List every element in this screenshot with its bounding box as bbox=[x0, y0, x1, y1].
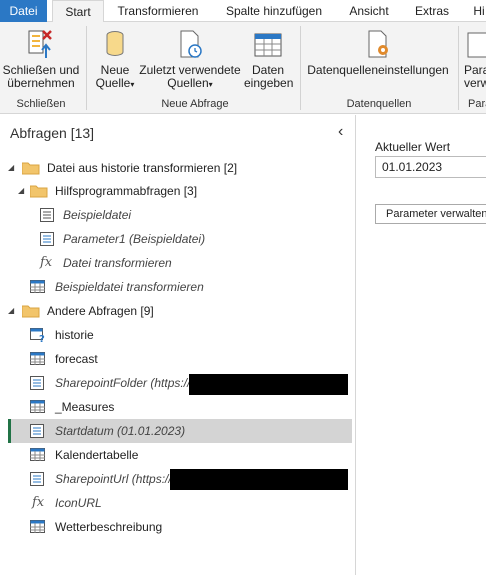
chevron-down-icon: ▾ bbox=[130, 80, 135, 89]
query-row[interactable]: Beispieldatei bbox=[8, 203, 352, 227]
group-label-new-query: Neue Abfrage bbox=[161, 98, 229, 110]
query-row-selected[interactable]: Startdatum (01.01.2023) bbox=[8, 419, 352, 443]
new-source-button[interactable]: Neue Quelle▾ bbox=[92, 28, 138, 91]
parameter-icon bbox=[30, 424, 44, 438]
query-label: Beispieldatei transformieren bbox=[55, 280, 204, 294]
close-apply-button[interactable]: Schließen und übernehmen bbox=[2, 28, 80, 90]
table-icon bbox=[30, 352, 45, 365]
ribbon: Schließen und übernehmen Neue Quelle▾ Zu… bbox=[0, 22, 486, 114]
parameter-icon bbox=[30, 472, 44, 486]
expand-arrow-icon[interactable]: ◢ bbox=[8, 299, 14, 323]
query-label: Wetterbeschreibung bbox=[55, 520, 163, 534]
query-label: Beispieldatei bbox=[63, 208, 132, 222]
group-separator bbox=[86, 26, 87, 110]
manage-parameters-label: Para verw bbox=[464, 63, 486, 90]
expand-arrow-icon[interactable]: ◢ bbox=[8, 156, 14, 180]
redacted-block bbox=[170, 469, 348, 490]
query-label: forecast bbox=[55, 352, 98, 366]
settings-document-icon bbox=[368, 30, 388, 58]
query-label: SharepointFolder (https:// bbox=[55, 376, 191, 390]
query-label: historie bbox=[55, 328, 94, 342]
group-label-close: Schließen bbox=[16, 98, 66, 110]
parameter-panel: Aktueller Wert 01.01.2023 Parameter verw… bbox=[357, 115, 486, 575]
current-value-label: Aktueller Wert bbox=[375, 140, 451, 154]
tab-transformieren[interactable]: Transformieren bbox=[112, 0, 204, 22]
tab-datei[interactable]: Datei bbox=[0, 0, 47, 22]
table-grid-icon bbox=[254, 33, 282, 57]
parameter-icon bbox=[30, 376, 44, 390]
collapse-pane-icon[interactable]: ‹ bbox=[338, 123, 343, 141]
close-apply-icon bbox=[28, 30, 52, 58]
group-label-data-sources: Datenquellen bbox=[346, 98, 412, 110]
query-group-row[interactable]: ◢ Datei aus historie transformieren [2] bbox=[8, 156, 352, 180]
folder-icon bbox=[22, 305, 40, 318]
svg-text:?: ? bbox=[39, 334, 45, 342]
query-label: Datei aus historie transformieren [2] bbox=[47, 161, 238, 175]
table-icon bbox=[30, 448, 45, 461]
query-row[interactable]: forecast bbox=[8, 347, 352, 371]
table-icon bbox=[30, 400, 45, 413]
query-label: Hilfsprogrammabfragen [3] bbox=[55, 184, 198, 198]
tab-spalte-hinzufuegen[interactable]: Spalte hinzufügen bbox=[218, 0, 330, 22]
function-icon: fx bbox=[40, 255, 53, 270]
query-label: Kalendertabelle bbox=[55, 448, 139, 462]
parameter-icon bbox=[40, 232, 54, 246]
query-label: Datei transformieren bbox=[63, 256, 172, 270]
new-source-label: Neue Quelle bbox=[95, 63, 131, 90]
recent-sources-icon bbox=[180, 30, 202, 58]
query-row[interactable]: Parameter1 (Beispieldatei) bbox=[8, 227, 352, 251]
database-icon bbox=[106, 31, 124, 56]
data-source-settings-label: Datenquelleneinstellungen bbox=[307, 63, 449, 77]
recent-sources-label: Zuletzt verwendete Quellen bbox=[139, 63, 241, 90]
query-row[interactable]: Beispieldatei transformieren bbox=[8, 275, 352, 299]
redacted-block bbox=[189, 374, 348, 395]
queries-pane: Abfragen [13] ‹ ◢ Datei aus historie tra… bbox=[0, 115, 356, 575]
document-icon bbox=[40, 208, 54, 222]
table-icon bbox=[30, 280, 45, 293]
query-label: Startdatum (01.01.2023) bbox=[55, 424, 186, 438]
group-separator bbox=[300, 26, 301, 110]
table-icon bbox=[30, 520, 45, 533]
query-row[interactable]: fx Datei transformieren bbox=[8, 251, 352, 275]
menu-bar: Datei Start Transformieren Spalte hinzuf… bbox=[0, 0, 486, 23]
enter-data-button[interactable]: Daten eingeben bbox=[244, 28, 294, 90]
parameters-icon bbox=[467, 32, 486, 58]
recent-sources-button[interactable]: Zuletzt verwendete Quellen▾ bbox=[138, 28, 242, 91]
tab-hilfe[interactable]: Hi bbox=[469, 0, 486, 22]
group-label-parameters: Para bbox=[468, 98, 486, 110]
current-value-input[interactable]: 01.01.2023 bbox=[375, 156, 486, 178]
query-row[interactable]: fx IconURL bbox=[8, 491, 352, 515]
query-row[interactable]: Kalendertabelle bbox=[8, 443, 352, 467]
query-label: _Measures bbox=[55, 400, 115, 414]
folder-icon bbox=[30, 185, 48, 198]
enter-data-label: Daten eingeben bbox=[244, 63, 294, 90]
queries-pane-title: Abfragen [13] bbox=[10, 125, 95, 141]
chevron-down-icon: ▾ bbox=[208, 80, 213, 89]
folder-icon bbox=[22, 162, 40, 175]
query-label: Parameter1 (Beispieldatei) bbox=[63, 232, 206, 246]
query-row[interactable]: _Measures bbox=[8, 395, 352, 419]
query-row[interactable]: ? historie bbox=[8, 323, 352, 347]
function-icon: fx bbox=[32, 495, 45, 510]
query-label: IconURL bbox=[55, 496, 102, 510]
query-row[interactable]: Wetterbeschreibung bbox=[8, 515, 352, 539]
manage-parameters-button[interactable]: Parameter verwalten bbox=[375, 204, 486, 224]
query-label: SharepointUrl (https:// bbox=[55, 472, 172, 486]
query-group-row[interactable]: ◢ Andere Abfragen [9] bbox=[8, 299, 352, 323]
table-question-icon: ? bbox=[30, 328, 45, 342]
tab-ansicht[interactable]: Ansicht bbox=[343, 0, 395, 22]
group-separator bbox=[458, 26, 459, 110]
tab-start[interactable]: Start bbox=[52, 0, 104, 23]
tab-extras[interactable]: Extras bbox=[410, 0, 454, 22]
close-apply-label: Schließen und übernehmen bbox=[2, 63, 80, 90]
manage-parameters-ribbon-button[interactable]: Para verw bbox=[464, 28, 486, 90]
expand-arrow-icon[interactable]: ◢ bbox=[18, 179, 24, 203]
data-source-settings-button[interactable]: Datenquelleneinstellungen bbox=[304, 28, 452, 77]
query-label: Andere Abfragen [9] bbox=[47, 304, 154, 318]
query-group-row[interactable]: ◢ Hilfsprogrammabfragen [3] bbox=[8, 179, 352, 203]
